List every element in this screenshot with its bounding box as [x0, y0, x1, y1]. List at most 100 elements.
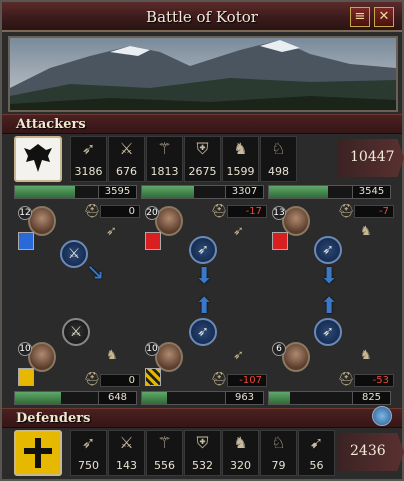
health-fill — [269, 392, 290, 404]
pikemen-icon: ⚚ — [157, 139, 172, 158]
tactic-icon-center-attacker[interactable]: ➶ — [189, 236, 217, 264]
unit-count: 1599 — [226, 165, 255, 178]
horse-icon: ♞ — [360, 348, 372, 363]
bow-icon: ➶ — [233, 348, 244, 363]
attackers-unit-archers[interactable]: ➶ 3186 — [70, 136, 107, 182]
commander-level: 12 — [18, 206, 32, 220]
horse-icon: ♞ — [360, 224, 372, 239]
helmet-icon: ⛑ — [338, 204, 355, 219]
archer-unit-icon: ➶ — [81, 433, 96, 452]
defenders-unit-heavy-infantry[interactable]: ⛨ 532 — [184, 430, 221, 476]
light-infantry-icon: ⚔ — [119, 433, 134, 452]
scroll-icon[interactable]: ≡ — [350, 7, 370, 27]
commander-shield-icon — [272, 232, 288, 250]
arrow-down-right-icon: ↘ — [86, 260, 105, 285]
commander-casualties: -107 — [227, 374, 267, 387]
defenders-unit-pikemen[interactable]: ⚚ 556 — [146, 430, 183, 476]
defenders-total: 2436 — [350, 443, 386, 459]
knights-icon: ♘ — [271, 433, 286, 452]
strength-value: 3307 — [225, 186, 263, 198]
unit-count: 750 — [78, 459, 99, 472]
strength-value: 3545 — [352, 186, 390, 198]
strength-value: 963 — [225, 392, 263, 404]
arrow-down-icon: ⬇ — [320, 264, 339, 289]
commander-casualties: 0 — [100, 205, 140, 218]
knights-icon: ♘ — [271, 139, 286, 158]
strength-value: 825 — [352, 392, 390, 404]
defenders-right-flank-strength: 825 — [268, 391, 391, 405]
arrow-up-icon: ⬆ — [195, 294, 214, 319]
unit-count: 79 — [271, 459, 286, 472]
strength-value: 3595 — [98, 186, 136, 198]
attackers-total-tag: 10447 — [338, 139, 404, 177]
defenders-right-commander[interactable]: 6 ♞ ⛑ -53 — [268, 338, 394, 390]
battle-landscape-image — [8, 36, 398, 112]
commander-shield-icon — [145, 368, 161, 386]
commander-casualties: -53 — [354, 374, 394, 387]
unit-count: 3186 — [74, 165, 103, 178]
commander-shield-icon — [18, 232, 34, 250]
unit-count: 532 — [192, 459, 213, 472]
helmet-icon: ⛑ — [84, 204, 101, 219]
unit-count: 676 — [116, 165, 137, 178]
defenders-label: Defenders — [16, 411, 91, 426]
commander-casualties: -17 — [227, 205, 267, 218]
globe-icon[interactable] — [372, 406, 392, 426]
bow-icon: ➶ — [106, 224, 117, 239]
defenders-left-flank-strength: 648 — [14, 391, 137, 405]
horse-icon: ♞ — [106, 348, 118, 363]
close-button[interactable]: ✕ — [374, 7, 394, 27]
attackers-unit-light-cavalry[interactable]: ♞ 1599 — [222, 136, 259, 182]
arrow-down-icon: ⬇ — [195, 264, 214, 289]
heavy-infantry-icon: ⛨ — [196, 139, 209, 158]
arrow-up-icon: ⬆ — [320, 294, 339, 319]
helmet-icon: ⛑ — [84, 372, 101, 387]
unit-count: 320 — [230, 459, 251, 472]
attackers-unit-pikemen[interactable]: ⚚ 1813 — [146, 136, 183, 182]
commander-level: 6 — [272, 342, 286, 356]
commander-shield-icon — [145, 232, 161, 250]
attackers-center-flank-strength: 3307 — [141, 185, 264, 199]
cross-shield-icon[interactable] — [14, 430, 62, 476]
defenders-unit-light-infantry[interactable]: ⚔ 143 — [108, 430, 145, 476]
unit-count: 2675 — [188, 165, 217, 178]
defenders-banner: Defenders — [2, 408, 402, 428]
eagle-shield-icon[interactable] — [14, 136, 62, 182]
window-title: Battle of Kotor — [146, 8, 258, 26]
commander-casualties: -7 — [354, 205, 394, 218]
commander-casualties: 0 — [100, 374, 140, 387]
attackers-unit-light-infantry[interactable]: ⚔ 676 — [108, 136, 145, 182]
attackers-left-flank-strength: 3595 — [14, 185, 137, 199]
attackers-summary-row: ➶ 3186 ⚔ 676 ⚚ 1813 ⛨ 2675 ♞ 1599 ♘ 498 … — [8, 136, 404, 182]
defenders-unit-light-cavalry[interactable]: ♞ 320 — [222, 430, 259, 476]
commander-shield-icon — [18, 368, 34, 386]
health-fill — [15, 392, 61, 404]
tactic-icon-right-attacker[interactable]: ➶ — [314, 236, 342, 264]
defenders-unit-horse-archers[interactable]: ➹ 56 — [298, 430, 335, 476]
attackers-unit-knights[interactable]: ♘ 498 — [260, 136, 297, 182]
helmet-icon: ⛑ — [338, 372, 355, 387]
helmet-icon: ⛑ — [211, 372, 228, 387]
attackers-banner: Attackers — [2, 114, 402, 134]
health-fill — [142, 392, 167, 404]
defenders-unit-archers[interactable]: ➶ 750 — [70, 430, 107, 476]
battle-panel: Battle of Kotor ≡ ✕ Attackers ➶ 3186 ⚔ 6… — [0, 0, 404, 481]
attackers-unit-heavy-infantry[interactable]: ⛨ 2675 — [184, 136, 221, 182]
attackers-total: 10447 — [350, 149, 395, 165]
unit-count: 143 — [116, 459, 137, 472]
commander-level: 10 — [18, 342, 32, 356]
unit-count: 498 — [268, 165, 289, 178]
tactic-icon-left-attacker[interactable]: ⚔ — [60, 240, 88, 268]
defenders-center-commander[interactable]: 10 ➶ ⛑ -107 — [141, 338, 267, 390]
unit-count: 556 — [154, 459, 175, 472]
helmet-icon: ⛑ — [211, 204, 228, 219]
light-infantry-icon: ⚔ — [119, 139, 134, 158]
defenders-unit-knights[interactable]: ♘ 79 — [260, 430, 297, 476]
unit-count: 56 — [309, 459, 324, 472]
commander-level: 13 — [272, 206, 286, 220]
defenders-left-commander[interactable]: 10 ♞ ⛑ 0 — [14, 338, 140, 390]
health-fill — [15, 186, 75, 198]
commander-portrait[interactable] — [282, 342, 310, 372]
defenders-total-tag: 2436 — [338, 433, 404, 471]
light-cavalry-icon: ♞ — [233, 433, 248, 452]
